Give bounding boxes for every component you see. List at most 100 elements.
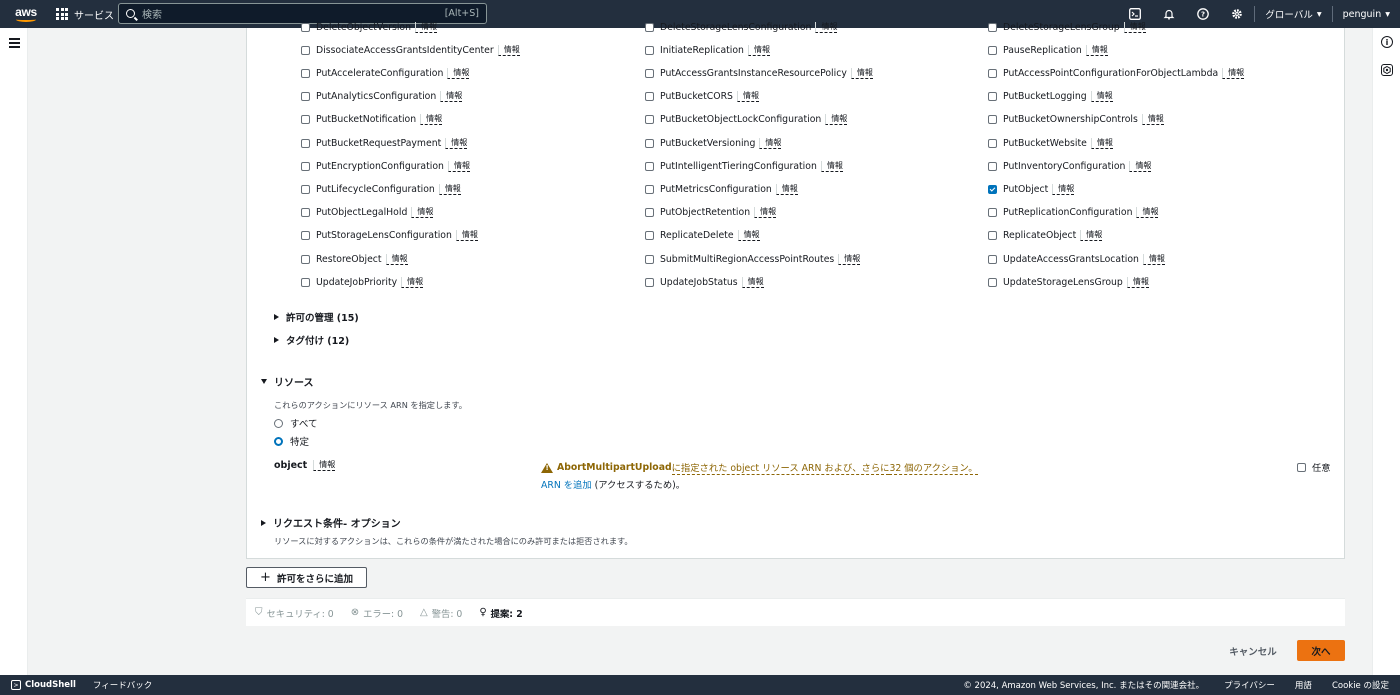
checkbox[interactable]: [301, 22, 310, 32]
add-more-permissions-button[interactable]: + 許可をさらに追加: [246, 567, 367, 588]
checkbox[interactable]: [301, 161, 310, 171]
info-link[interactable]: 情報: [455, 230, 478, 242]
action-checkbox-item[interactable]: PutObject 情報: [988, 182, 1075, 196]
info-link[interactable]: 情報: [415, 21, 438, 33]
status-suggestions[interactable]: ♀ 提案: 2: [479, 606, 522, 620]
action-checkbox-item[interactable]: PutBucketNotification 情報: [301, 113, 443, 127]
checkbox[interactable]: [301, 138, 310, 148]
checkbox[interactable]: [988, 138, 997, 148]
radio-button[interactable]: [274, 418, 283, 428]
checkbox[interactable]: [301, 254, 310, 264]
action-checkbox-item[interactable]: PutReplicationConfiguration 情報: [988, 206, 1159, 220]
checkbox[interactable]: [645, 277, 654, 287]
checkbox[interactable]: [988, 277, 997, 287]
checkbox[interactable]: [645, 231, 654, 241]
info-link[interactable]: 情報: [440, 91, 463, 103]
cookie-settings-link[interactable]: Cookie の設定: [1332, 679, 1389, 691]
request-conditions-header[interactable]: リクエスト条件 - オプション: [261, 515, 401, 530]
cloudshell-link[interactable]: CloudShell: [25, 680, 76, 690]
info-link[interactable]: 情報: [1090, 137, 1113, 149]
shield-icon[interactable]: [1381, 64, 1393, 76]
info-link[interactable]: 情報: [420, 114, 443, 126]
checkbox[interactable]: [645, 45, 654, 55]
checkbox[interactable]: [645, 184, 654, 194]
checkbox[interactable]: [301, 115, 310, 125]
info-link[interactable]: 情報: [1052, 183, 1075, 195]
services-menu[interactable]: サービス: [56, 7, 114, 22]
terms-link[interactable]: 用語: [1295, 679, 1312, 691]
info-link[interactable]: 情報: [737, 230, 760, 242]
info-link[interactable]: 情報: [838, 253, 861, 265]
action-checkbox-item[interactable]: PutAccelerateConfiguration 情報: [301, 66, 470, 80]
checkbox[interactable]: [301, 231, 310, 241]
checkbox[interactable]: [301, 92, 310, 102]
checkbox[interactable]: [988, 92, 997, 102]
checkbox[interactable]: [645, 161, 654, 171]
info-link[interactable]: 情報: [815, 21, 838, 33]
bell-icon[interactable]: [1152, 0, 1186, 28]
action-checkbox-item[interactable]: SubmitMultiRegionAccessPointRoutes 情報: [645, 252, 861, 266]
info-link[interactable]: 情報: [1123, 21, 1146, 33]
group-permissions-management[interactable]: 許可の管理 (15): [274, 310, 359, 324]
checkbox[interactable]: [988, 254, 997, 264]
checkbox[interactable]: [645, 22, 654, 32]
action-checkbox-item[interactable]: UpdateAccessGrantsLocation 情報: [988, 252, 1165, 266]
cancel-button[interactable]: キャンセル: [1222, 640, 1284, 661]
action-checkbox-item[interactable]: DeleteObjectVersion 情報: [301, 20, 438, 34]
checkbox[interactable]: [301, 184, 310, 194]
action-checkbox-item[interactable]: PutAccessPointConfigurationForObjectLamb…: [988, 66, 1245, 80]
info-link[interactable]: 情報: [747, 44, 770, 56]
more-actions-link[interactable]: 32 個のアクション。: [889, 460, 978, 475]
status-security[interactable]: ⛉ セキュリティ: 0: [255, 606, 334, 620]
action-checkbox-item[interactable]: PutMetricsConfiguration 情報: [645, 182, 798, 196]
checkbox[interactable]: [645, 92, 654, 102]
info-link[interactable]: 情報: [1141, 114, 1164, 126]
info-link[interactable]: 情報: [1222, 67, 1245, 79]
info-link[interactable]: 情報: [820, 160, 843, 172]
checkbox[interactable]: [301, 45, 310, 55]
checkbox-checked[interactable]: [988, 184, 997, 194]
action-checkbox-item[interactable]: PutStorageLensConfiguration 情報: [301, 229, 478, 243]
checkbox[interactable]: [645, 138, 654, 148]
checkbox[interactable]: [988, 161, 997, 171]
info-link[interactable]: 情報: [741, 276, 764, 288]
info-link[interactable]: 情報: [1129, 160, 1152, 172]
info-link[interactable]: 情報: [759, 137, 782, 149]
info-link[interactable]: 情報: [497, 44, 520, 56]
info-circle-icon[interactable]: i: [1381, 36, 1393, 48]
action-checkbox-item[interactable]: UpdateStorageLensGroup 情報: [988, 275, 1149, 289]
action-checkbox-item[interactable]: ReplicateDelete 情報: [645, 229, 760, 243]
info-link[interactable]: 情報: [1136, 207, 1159, 219]
action-checkbox-item[interactable]: PutBucketLogging 情報: [988, 90, 1113, 104]
checkbox[interactable]: [988, 45, 997, 55]
user-menu[interactable]: penguin ▾: [1333, 9, 1400, 20]
action-checkbox-item[interactable]: DeleteStorageLensConfiguration 情報: [645, 20, 838, 34]
action-checkbox-item[interactable]: ReplicateObject 情報: [988, 229, 1103, 243]
checkbox[interactable]: [301, 208, 310, 218]
action-checkbox-item[interactable]: PutEncryptionConfiguration 情報: [301, 159, 470, 173]
action-checkbox-item[interactable]: InitiateReplication 情報: [645, 43, 770, 57]
checkbox[interactable]: [1297, 462, 1306, 472]
action-checkbox-item[interactable]: DissociateAccessGrantsIdentityCenter 情報: [301, 43, 520, 57]
checkbox[interactable]: [645, 208, 654, 218]
action-checkbox-item[interactable]: PutBucketVersioning 情報: [645, 136, 782, 150]
action-checkbox-item[interactable]: PutBucketOwnershipControls 情報: [988, 113, 1164, 127]
info-link[interactable]: 情報: [1090, 91, 1113, 103]
action-checkbox-item[interactable]: DeleteStorageLensGroup 情報: [988, 20, 1146, 34]
checkbox[interactable]: [988, 231, 997, 241]
radio-all[interactable]: すべて: [274, 416, 317, 430]
action-checkbox-item[interactable]: PutAnalyticsConfiguration 情報: [301, 90, 463, 104]
action-checkbox-item[interactable]: UpdateJobStatus 情報: [645, 275, 764, 289]
action-checkbox-item[interactable]: PutBucketCORS 情報: [645, 90, 759, 104]
checkbox[interactable]: [645, 68, 654, 78]
resources-section-header[interactable]: リソース: [261, 374, 314, 389]
status-warnings[interactable]: △ 警告: 0: [420, 606, 462, 620]
info-link[interactable]: 情報: [736, 91, 759, 103]
info-link[interactable]: 情報: [401, 276, 424, 288]
radio-button-selected[interactable]: [274, 436, 283, 446]
action-checkbox-item[interactable]: PutLifecycleConfiguration 情報: [301, 182, 461, 196]
checkbox[interactable]: [301, 68, 310, 78]
gear-icon[interactable]: [1220, 0, 1254, 28]
action-checkbox-item[interactable]: PutIntelligentTieringConfiguration 情報: [645, 159, 843, 173]
action-checkbox-item[interactable]: PauseReplication 情報: [988, 43, 1108, 57]
